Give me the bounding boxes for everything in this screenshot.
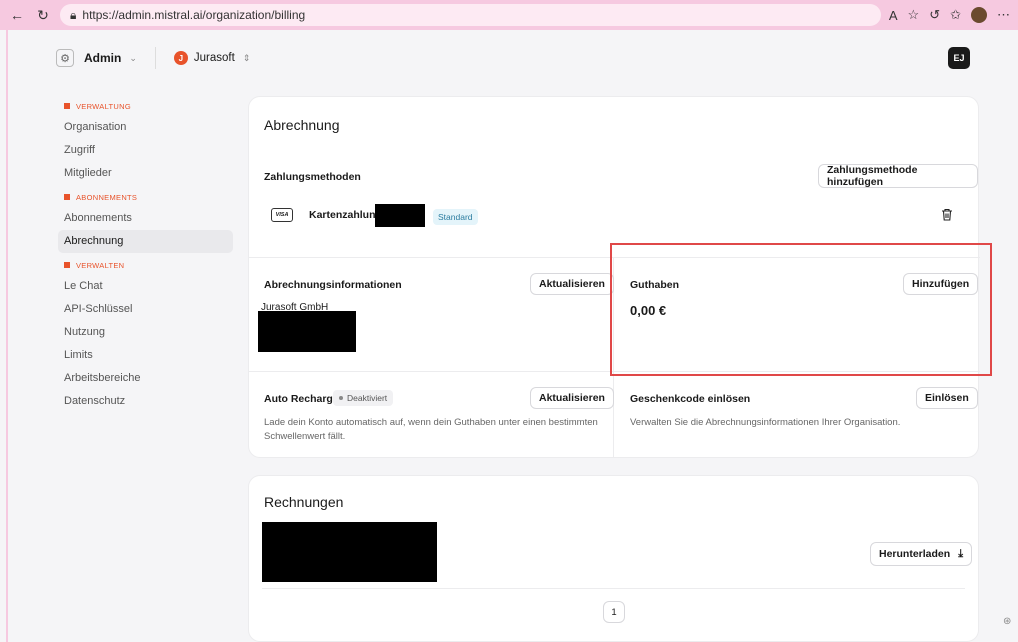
reload-icon[interactable]: ↻: [34, 6, 52, 24]
sidebar-section-verwaltung: VERWALTUNG: [64, 100, 233, 112]
app-frame: ⚙ Admin ⌄ J Jurasoft ⇕ EJ VERWALTUNG Org…: [6, 30, 1010, 642]
sidebar-section-verwalten: VERWALTEN: [64, 259, 233, 271]
address-bar[interactable]: 🔒︎ https://admin.mistral.ai/organization…: [60, 4, 881, 26]
read-aloud-icon[interactable]: A: [889, 8, 898, 23]
page-title: Abrechnung: [264, 117, 340, 133]
sidebar-item-arbeitsbereiche[interactable]: Arbeitsbereiche: [58, 367, 233, 390]
favorite-icon[interactable]: ☆: [908, 7, 920, 23]
profile-avatar[interactable]: [971, 7, 987, 23]
workspace-name[interactable]: Admin: [84, 51, 121, 65]
sidebar-item-abonnements[interactable]: Abonnements: [58, 207, 233, 230]
auto-recharge-description: Lade dein Konto automatisch auf, wenn de…: [264, 417, 598, 442]
invoices-title: Rechnungen: [264, 494, 344, 510]
divider: [154, 47, 156, 69]
update-auto-recharge-button[interactable]: Aktualisieren: [530, 387, 614, 409]
user-avatar[interactable]: EJ: [948, 47, 970, 69]
sidebar-item-zugriff[interactable]: Zugriff: [58, 139, 233, 162]
status-badge: Deaktiviert: [333, 390, 394, 406]
section-title: VERWALTEN: [76, 260, 125, 270]
sidebar-item-le-chat[interactable]: Le Chat: [58, 275, 233, 298]
refresh-copilot-icon[interactable]: ↺: [929, 7, 940, 23]
app-header: ⚙ Admin ⌄ J Jurasoft ⇕ EJ: [8, 30, 1010, 86]
favorites-bar-icon[interactable]: ✩: [950, 7, 961, 23]
status-dot-icon: [339, 396, 343, 400]
section-marker-icon: [64, 194, 70, 200]
redacted-address: [258, 311, 356, 352]
section-marker-icon: [64, 262, 70, 268]
sidebar-item-limits[interactable]: Limits: [58, 344, 233, 367]
browser-toolbar: ← ↻ 🔒︎ https://admin.mistral.ai/organiza…: [0, 0, 1018, 30]
gift-code-label: Geschenkcode einlösen: [630, 393, 751, 405]
update-billing-info-button[interactable]: Aktualisieren: [530, 273, 614, 295]
download-icon: ⤓: [958, 547, 964, 560]
sidebar-item-api-keys[interactable]: API-Schlüssel: [58, 298, 233, 321]
sidebar-section-abonnements: ABONNEMENTS: [64, 191, 233, 203]
invoices-card: Rechnungen Herunterladen ⤓ 1: [248, 475, 979, 642]
sidebar-item-nutzung[interactable]: Nutzung: [58, 321, 233, 344]
redeem-button[interactable]: Einlösen: [916, 387, 978, 409]
visa-card-icon: VISA: [271, 208, 293, 222]
download-button[interactable]: Herunterladen ⤓: [870, 542, 973, 566]
sidebar-item-abrechnung[interactable]: Abrechnung: [58, 230, 233, 253]
back-icon[interactable]: ←: [8, 6, 26, 24]
chevron-down-icon[interactable]: ⌄: [129, 53, 137, 64]
section-title: VERWALTUNG: [76, 101, 131, 111]
help-icon[interactable]: ⊛: [1003, 616, 1011, 627]
status-text: Deaktiviert: [347, 393, 388, 403]
org-selector[interactable]: Jurasoft: [194, 52, 235, 64]
url-text: https://admin.mistral.ai/organization/bi…: [82, 8, 306, 22]
page-button[interactable]: 1: [603, 601, 625, 623]
chevron-updown-icon[interactable]: ⇕: [243, 53, 251, 64]
more-icon[interactable]: ⋯: [997, 7, 1010, 23]
default-badge: Standard: [433, 209, 478, 225]
add-payment-method-button[interactable]: Zahlungsmethode hinzufügen: [818, 164, 978, 188]
sidebar: VERWALTUNG Organisation Zugriff Mitglied…: [58, 94, 233, 413]
redacted-card-number: [375, 204, 425, 227]
sidebar-item-organisation[interactable]: Organisation: [58, 116, 233, 139]
section-title: ABONNEMENTS: [76, 192, 138, 202]
card-label: Kartenzahlung: [309, 209, 382, 221]
section-marker-icon: [64, 103, 70, 109]
billing-info-label: Abrechnungsinformationen: [264, 279, 402, 291]
lock-icon: 🔒︎: [70, 7, 77, 22]
divider: [262, 588, 965, 589]
trash-icon[interactable]: [941, 208, 953, 221]
auto-recharge-label: Auto Recharge: [264, 393, 339, 405]
sidebar-item-datenschutz[interactable]: Datenschutz: [58, 390, 233, 413]
highlight-box: [610, 243, 992, 376]
gift-code-description: Verwalten Sie die Abrechnungsinformation…: [630, 417, 901, 428]
org-avatar[interactable]: J: [173, 51, 188, 65]
download-label: Herunterladen: [879, 548, 951, 560]
sidebar-item-mitglieder[interactable]: Mitglieder: [58, 162, 233, 185]
redacted-invoices: [262, 522, 437, 582]
payment-methods-label: Zahlungsmethoden: [264, 171, 361, 183]
gear-icon[interactable]: ⚙: [56, 49, 74, 67]
